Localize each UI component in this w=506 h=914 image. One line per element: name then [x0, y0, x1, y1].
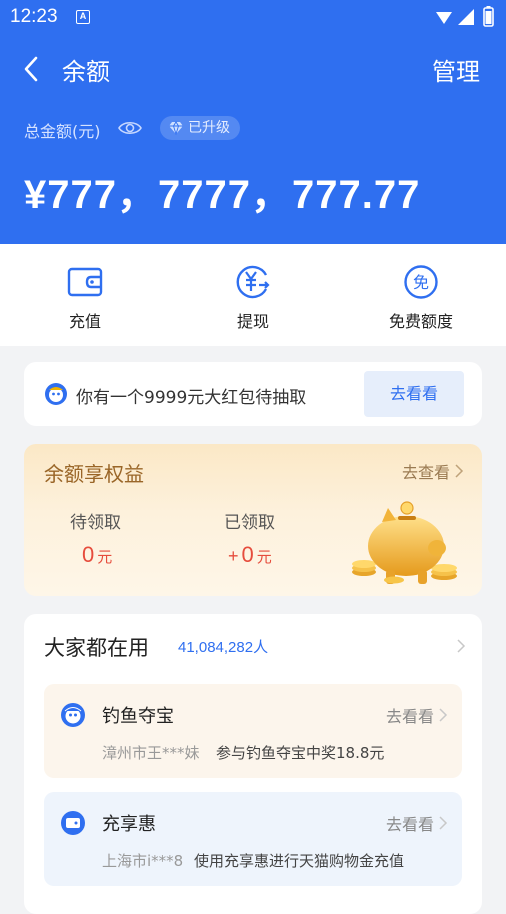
fishing-treasure-desc: 参与钓鱼夺宝中奖18.8元	[216, 744, 385, 762]
red-packet-promo[interactable]: 你有一个9999元大红包待抽取 去看看	[24, 362, 482, 426]
benefits-title: 余额享权益	[44, 462, 144, 486]
upgrade-badge-label: 已升级	[188, 120, 230, 136]
benefits-view-link[interactable]: 去查看	[402, 459, 464, 483]
gem-icon	[169, 121, 183, 135]
status-time: 12:23	[10, 6, 58, 27]
claimed-label: 已领取	[224, 513, 275, 533]
piggy-bank-illustration	[352, 501, 457, 584]
fishing-treasure-go-link[interactable]: 去看看	[386, 703, 448, 727]
withdraw-icon	[236, 265, 270, 299]
wallet-icon	[67, 267, 103, 297]
chevron-right-icon	[439, 708, 448, 722]
notification-icon: A	[76, 10, 90, 24]
recharge-label: 充值	[68, 312, 101, 331]
svg-text:免: 免	[413, 273, 429, 292]
total-amount: ¥777，7777，777.77	[24, 173, 421, 217]
system-status-icons	[436, 6, 494, 27]
pending-value: 0元	[82, 542, 112, 568]
recharge-card-icon	[61, 811, 85, 835]
fishing-treasure-name: 钓鱼夺宝	[102, 706, 174, 727]
free-quota-button[interactable]: 免 免费额度	[361, 264, 481, 332]
claimed-unit: 元	[256, 549, 272, 566]
free-quota-icon: 免	[404, 265, 438, 299]
upgrade-badge[interactable]: 已升级	[160, 116, 240, 140]
fishing-mascot-icon	[61, 703, 85, 727]
back-arrow-icon[interactable]	[20, 54, 44, 84]
pending-label: 待领取	[70, 513, 121, 533]
page-title: 余额	[62, 58, 110, 86]
chevron-right-icon[interactable]	[456, 638, 466, 654]
claimed-amount: 0	[241, 542, 254, 567]
promo-text: 你有一个9999元大红包待抽取	[76, 388, 307, 408]
recharge-button[interactable]: 充值	[25, 264, 145, 332]
recharge-deal-desc: 使用充享惠进行天猫购物金充值	[194, 852, 405, 870]
nav-bar: 余额 管理	[0, 34, 506, 104]
claimed-value: +0 元	[228, 542, 272, 568]
recharge-deal-item[interactable]: 充享惠 去看看 上海市i***8 使用充享惠进行天猫购物金充值	[44, 792, 462, 886]
recharge-deal-go-label: 去看看	[385, 815, 434, 834]
quick-actions: 充值 提现 免 免费额度	[0, 244, 506, 346]
eye-icon[interactable]	[118, 119, 142, 137]
claimed-prefix: +	[228, 546, 239, 566]
chevron-right-icon	[439, 816, 448, 830]
recharge-deal-name: 充享惠	[102, 814, 156, 835]
balance-header: 12:23 A 余额 管理 总金额(元) 已升级 ¥777，7777，777.7…	[0, 0, 506, 244]
status-bar: 12:23 A	[0, 0, 506, 34]
promo-go-button[interactable]: 去看看	[364, 371, 464, 417]
recharge-deal-go-link[interactable]: 去看看	[386, 811, 448, 835]
mascot-icon	[45, 383, 67, 405]
free-quota-label: 免费额度	[388, 312, 453, 331]
popular-user-count: 41,084,282人	[178, 639, 269, 656]
pending-unit: 元	[97, 549, 113, 566]
manage-button[interactable]: 管理	[432, 52, 480, 87]
withdraw-button[interactable]: 提现	[193, 264, 313, 332]
chevron-right-icon	[455, 464, 464, 478]
withdraw-label: 提现	[236, 312, 269, 331]
balance-benefits-card: 余额享权益 去查看 待领取 0元 已领取 +0 元	[24, 444, 482, 596]
fishing-treasure-go-label: 去看看	[385, 707, 434, 726]
recharge-deal-user: 上海市i***8	[102, 852, 184, 870]
total-amount-label: 总金额(元)	[24, 122, 101, 141]
fishing-treasure-item[interactable]: 钓鱼夺宝 去看看 漳州市王***妹 参与钓鱼夺宝中奖18.8元	[44, 684, 462, 778]
popular-title: 大家都在用	[44, 636, 149, 660]
benefits-view-label: 去查看	[401, 463, 450, 482]
popular-services-card: 大家都在用 41,084,282人 钓鱼夺宝 去看看 漳州市王***妹 参与钓鱼…	[24, 614, 482, 914]
fishing-treasure-user: 漳州市王***妹	[102, 744, 200, 762]
pending-amount: 0	[82, 542, 95, 567]
